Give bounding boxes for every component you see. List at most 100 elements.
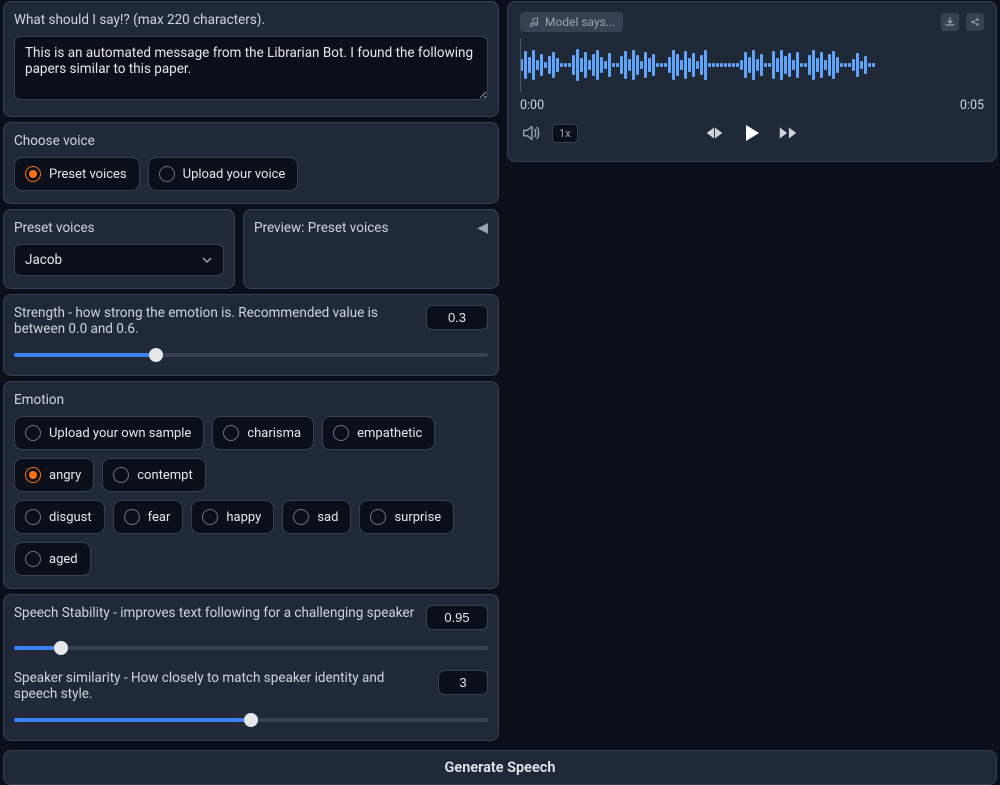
radio-dot-icon: [293, 509, 309, 525]
emotion-surprise-radio[interactable]: surprise: [359, 500, 454, 534]
waveform-bar: [756, 59, 759, 71]
emotion-radio-label: charisma: [247, 426, 301, 441]
waveform-bar: [556, 58, 559, 72]
waveform-bar: [728, 63, 731, 67]
waveform-bar: [668, 57, 671, 73]
stability-slider[interactable]: [14, 640, 488, 656]
waveform-bar: [856, 53, 859, 77]
waveform-bar: [696, 61, 699, 69]
radio-dot-icon: [113, 467, 129, 483]
radio-dot-icon: [333, 425, 349, 441]
waveform-bar: [692, 53, 695, 77]
waveform-bar: [832, 51, 835, 79]
waveform-bar: [860, 61, 863, 69]
slider-thumb[interactable]: [54, 641, 68, 655]
skip-back-button[interactable]: [703, 122, 725, 144]
time-current: 0:00: [520, 98, 544, 113]
waveform-bar: [580, 58, 583, 72]
waveform-bar: [712, 63, 715, 67]
download-button[interactable]: [941, 13, 959, 31]
waveform-bar: [716, 63, 719, 67]
waveform-display[interactable]: [520, 42, 984, 88]
waveform-bar: [612, 63, 615, 67]
chevron-down-icon: [201, 254, 213, 266]
text-input-panel: What should I say!? (max 220 characters)…: [3, 1, 499, 117]
waveform-bar: [676, 54, 679, 76]
generate-speech-button[interactable]: Generate Speech: [3, 750, 997, 785]
strength-label: Strength - how strong the emotion is. Re…: [14, 305, 416, 337]
emotion-angry-radio[interactable]: angry: [14, 458, 94, 492]
emotion-radio-label: aged: [49, 552, 78, 567]
waveform-bar: [864, 56, 867, 74]
volume-button[interactable]: [520, 122, 542, 144]
waveform-bar: [872, 63, 875, 67]
play-icon: [739, 121, 763, 145]
strength-slider[interactable]: [14, 347, 488, 363]
emotion-charisma-radio[interactable]: charisma: [212, 416, 314, 450]
waveform-bar: [752, 50, 755, 80]
emotion-upload-radio[interactable]: Upload your own sample: [14, 416, 204, 450]
emotion-radio-label: angry: [49, 468, 81, 483]
waveform-bar: [736, 63, 739, 67]
waveform-bar: [644, 52, 647, 78]
waveform-bar: [568, 63, 571, 67]
preset-voice-select[interactable]: Jacob: [14, 244, 224, 276]
strength-input[interactable]: [426, 305, 488, 330]
slider-thumb[interactable]: [149, 348, 163, 362]
radio-dot-icon: [25, 467, 41, 483]
radio-dot-icon: [124, 509, 140, 525]
strength-panel: Strength - how strong the emotion is. Re…: [3, 294, 499, 376]
waveform-bar: [804, 63, 807, 67]
emotion-panel: Emotion Upload your own sample charisma …: [3, 381, 499, 589]
playback-speed-button[interactable]: 1x: [552, 124, 578, 143]
preview-play-icon[interactable]: ◀: [477, 220, 488, 236]
choose-voice-label: Choose voice: [14, 133, 488, 149]
radio-dot-icon: [370, 509, 386, 525]
preview-label: Preview: Preset voices: [254, 220, 488, 236]
stability-input[interactable]: [426, 605, 488, 630]
radio-dot-icon: [159, 166, 175, 182]
waveform-bar: [760, 54, 763, 76]
waveform-bar: [852, 59, 855, 71]
share-button[interactable]: [966, 13, 984, 31]
audio-player-panel: Model says... 0:00 0:05: [507, 1, 997, 162]
waveform-bar: [544, 62, 547, 68]
similarity-slider[interactable]: [14, 712, 488, 728]
waveform-bar: [596, 50, 599, 80]
skip-forward-button[interactable]: [777, 122, 799, 144]
waveform-bar: [652, 54, 655, 76]
emotion-sad-radio[interactable]: sad: [282, 500, 351, 534]
slider-thumb[interactable]: [244, 713, 258, 727]
slider-track: [14, 646, 488, 650]
volume-icon: [520, 122, 542, 144]
waveform-bar: [792, 60, 795, 70]
emotion-disgust-radio[interactable]: disgust: [14, 500, 105, 534]
waveform-bar: [588, 60, 591, 70]
emotion-radio-label: empathetic: [357, 426, 422, 441]
emotion-aged-radio[interactable]: aged: [14, 542, 91, 576]
waveform-bar: [572, 55, 575, 75]
upload-voice-radio[interactable]: Upload your voice: [148, 157, 299, 191]
emotion-empathetic-radio[interactable]: empathetic: [322, 416, 435, 450]
waveform-bar: [608, 53, 611, 77]
preset-voices-radio[interactable]: Preset voices: [14, 157, 140, 191]
waveform-bar: [704, 50, 707, 80]
emotion-radio-label: sad: [317, 510, 338, 525]
waveform-bar: [528, 57, 531, 73]
speech-text-input[interactable]: [14, 36, 488, 100]
emotion-contempt-radio[interactable]: contempt: [102, 458, 206, 492]
emotion-happy-radio[interactable]: happy: [191, 500, 274, 534]
waveform-bar: [808, 55, 811, 75]
download-icon: [945, 17, 955, 27]
waveform-bar: [800, 63, 803, 67]
emotion-fear-radio[interactable]: fear: [113, 500, 184, 534]
preset-voice-select-value: Jacob: [25, 252, 62, 268]
waveform-bar: [820, 52, 823, 78]
waveform-bar: [796, 52, 799, 78]
waveform-bar: [536, 60, 539, 70]
play-button[interactable]: [739, 121, 763, 145]
waveform-bar: [624, 51, 627, 79]
radio-dot-icon: [25, 166, 41, 182]
similarity-input[interactable]: [438, 670, 488, 695]
preview-panel: Preview: Preset voices ◀: [243, 209, 499, 289]
